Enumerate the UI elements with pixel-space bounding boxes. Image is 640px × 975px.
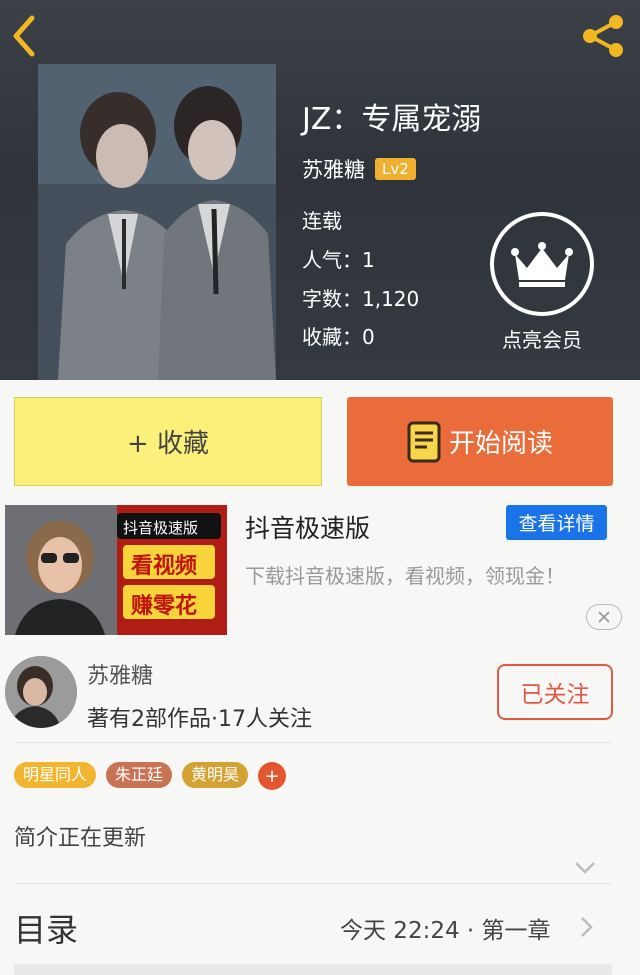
book-title: JZ：专属宠溺 — [302, 102, 482, 137]
cover-illustration — [38, 64, 276, 380]
chevron-down-icon — [575, 862, 595, 874]
share-button[interactable] — [578, 12, 630, 60]
ad-detail-button[interactable]: 查看详情 — [506, 505, 607, 540]
tag-item[interactable]: 朱正廷 — [106, 762, 173, 788]
author-line: 苏雅糖 Lv2 — [302, 154, 416, 184]
author-name[interactable]: 苏雅糖 — [302, 154, 365, 184]
close-icon — [598, 611, 610, 623]
toc-arrow[interactable] — [580, 916, 594, 942]
back-button[interactable] — [6, 10, 46, 58]
add-tag-button[interactable]: + — [258, 762, 287, 790]
toc-title[interactable]: 目录 — [14, 905, 78, 951]
avatar[interactable] — [5, 656, 77, 728]
chevron-right-icon — [581, 917, 593, 937]
word-count-stat: 字数：1,120 — [302, 287, 420, 311]
tag-list: 明星同人 朱正廷 黄明昊 + — [14, 762, 287, 790]
book-detail-page: JZ：专属宠溺 苏雅糖 Lv2 连载 人气：1 字数：1,120 收藏：0 点亮… — [0, 0, 640, 975]
book-header: JZ：专属宠溺 苏雅糖 Lv2 连载 人气：1 字数：1,120 收藏：0 点亮… — [0, 0, 640, 380]
book-cover[interactable] — [38, 64, 276, 380]
tag-item[interactable]: 黄明昊 — [182, 762, 249, 788]
ad-close-button[interactable] — [586, 604, 622, 630]
ad-image-line2: 赚零花 — [131, 594, 198, 619]
ad-description: 下载抖音极速版，看视频，领现金！ — [245, 564, 565, 588]
chevron-left-icon — [13, 15, 35, 57]
favorites-stat: 收藏：0 — [302, 325, 375, 349]
ad-image-line1: 看视频 — [131, 554, 198, 579]
book-intro: 简介正在更新 — [14, 826, 147, 851]
vip-circle — [490, 212, 594, 316]
tag-item[interactable]: 明星同人 — [14, 762, 97, 788]
share-icon — [583, 15, 623, 57]
ad-image[interactable]: 抖音极速版 看视频 赚零花 — [5, 505, 227, 635]
divider — [14, 883, 612, 884]
level-badge: Lv2 — [375, 158, 416, 180]
expand-intro-button[interactable] — [574, 860, 596, 879]
popularity-stat: 人气：1 — [302, 248, 375, 272]
divider — [14, 742, 612, 743]
follow-button[interactable]: 已关注 — [497, 664, 613, 720]
ad-title[interactable]: 抖音极速版 — [245, 509, 370, 545]
book-icon — [407, 421, 441, 462]
vip-label: 点亮会员 — [502, 328, 582, 352]
ad-image-badge: 抖音极速版 — [123, 519, 199, 537]
crown-icon — [511, 242, 573, 287]
start-reading-button[interactable]: 开始阅读 — [347, 397, 613, 486]
start-reading-label: 开始阅读 — [448, 429, 553, 459]
vip-button[interactable]: 点亮会员 — [490, 212, 594, 353]
author-block-name[interactable]: 苏雅糖 — [87, 658, 153, 690]
author-stats: 著有2部作品·17人关注 — [87, 707, 312, 732]
serial-status: 连载 — [302, 209, 342, 233]
bottom-bar — [14, 964, 612, 975]
toc-latest-chapter[interactable]: 今天 22:24 · 第一章 — [340, 911, 551, 945]
collect-button[interactable]: + 收藏 — [14, 397, 322, 486]
